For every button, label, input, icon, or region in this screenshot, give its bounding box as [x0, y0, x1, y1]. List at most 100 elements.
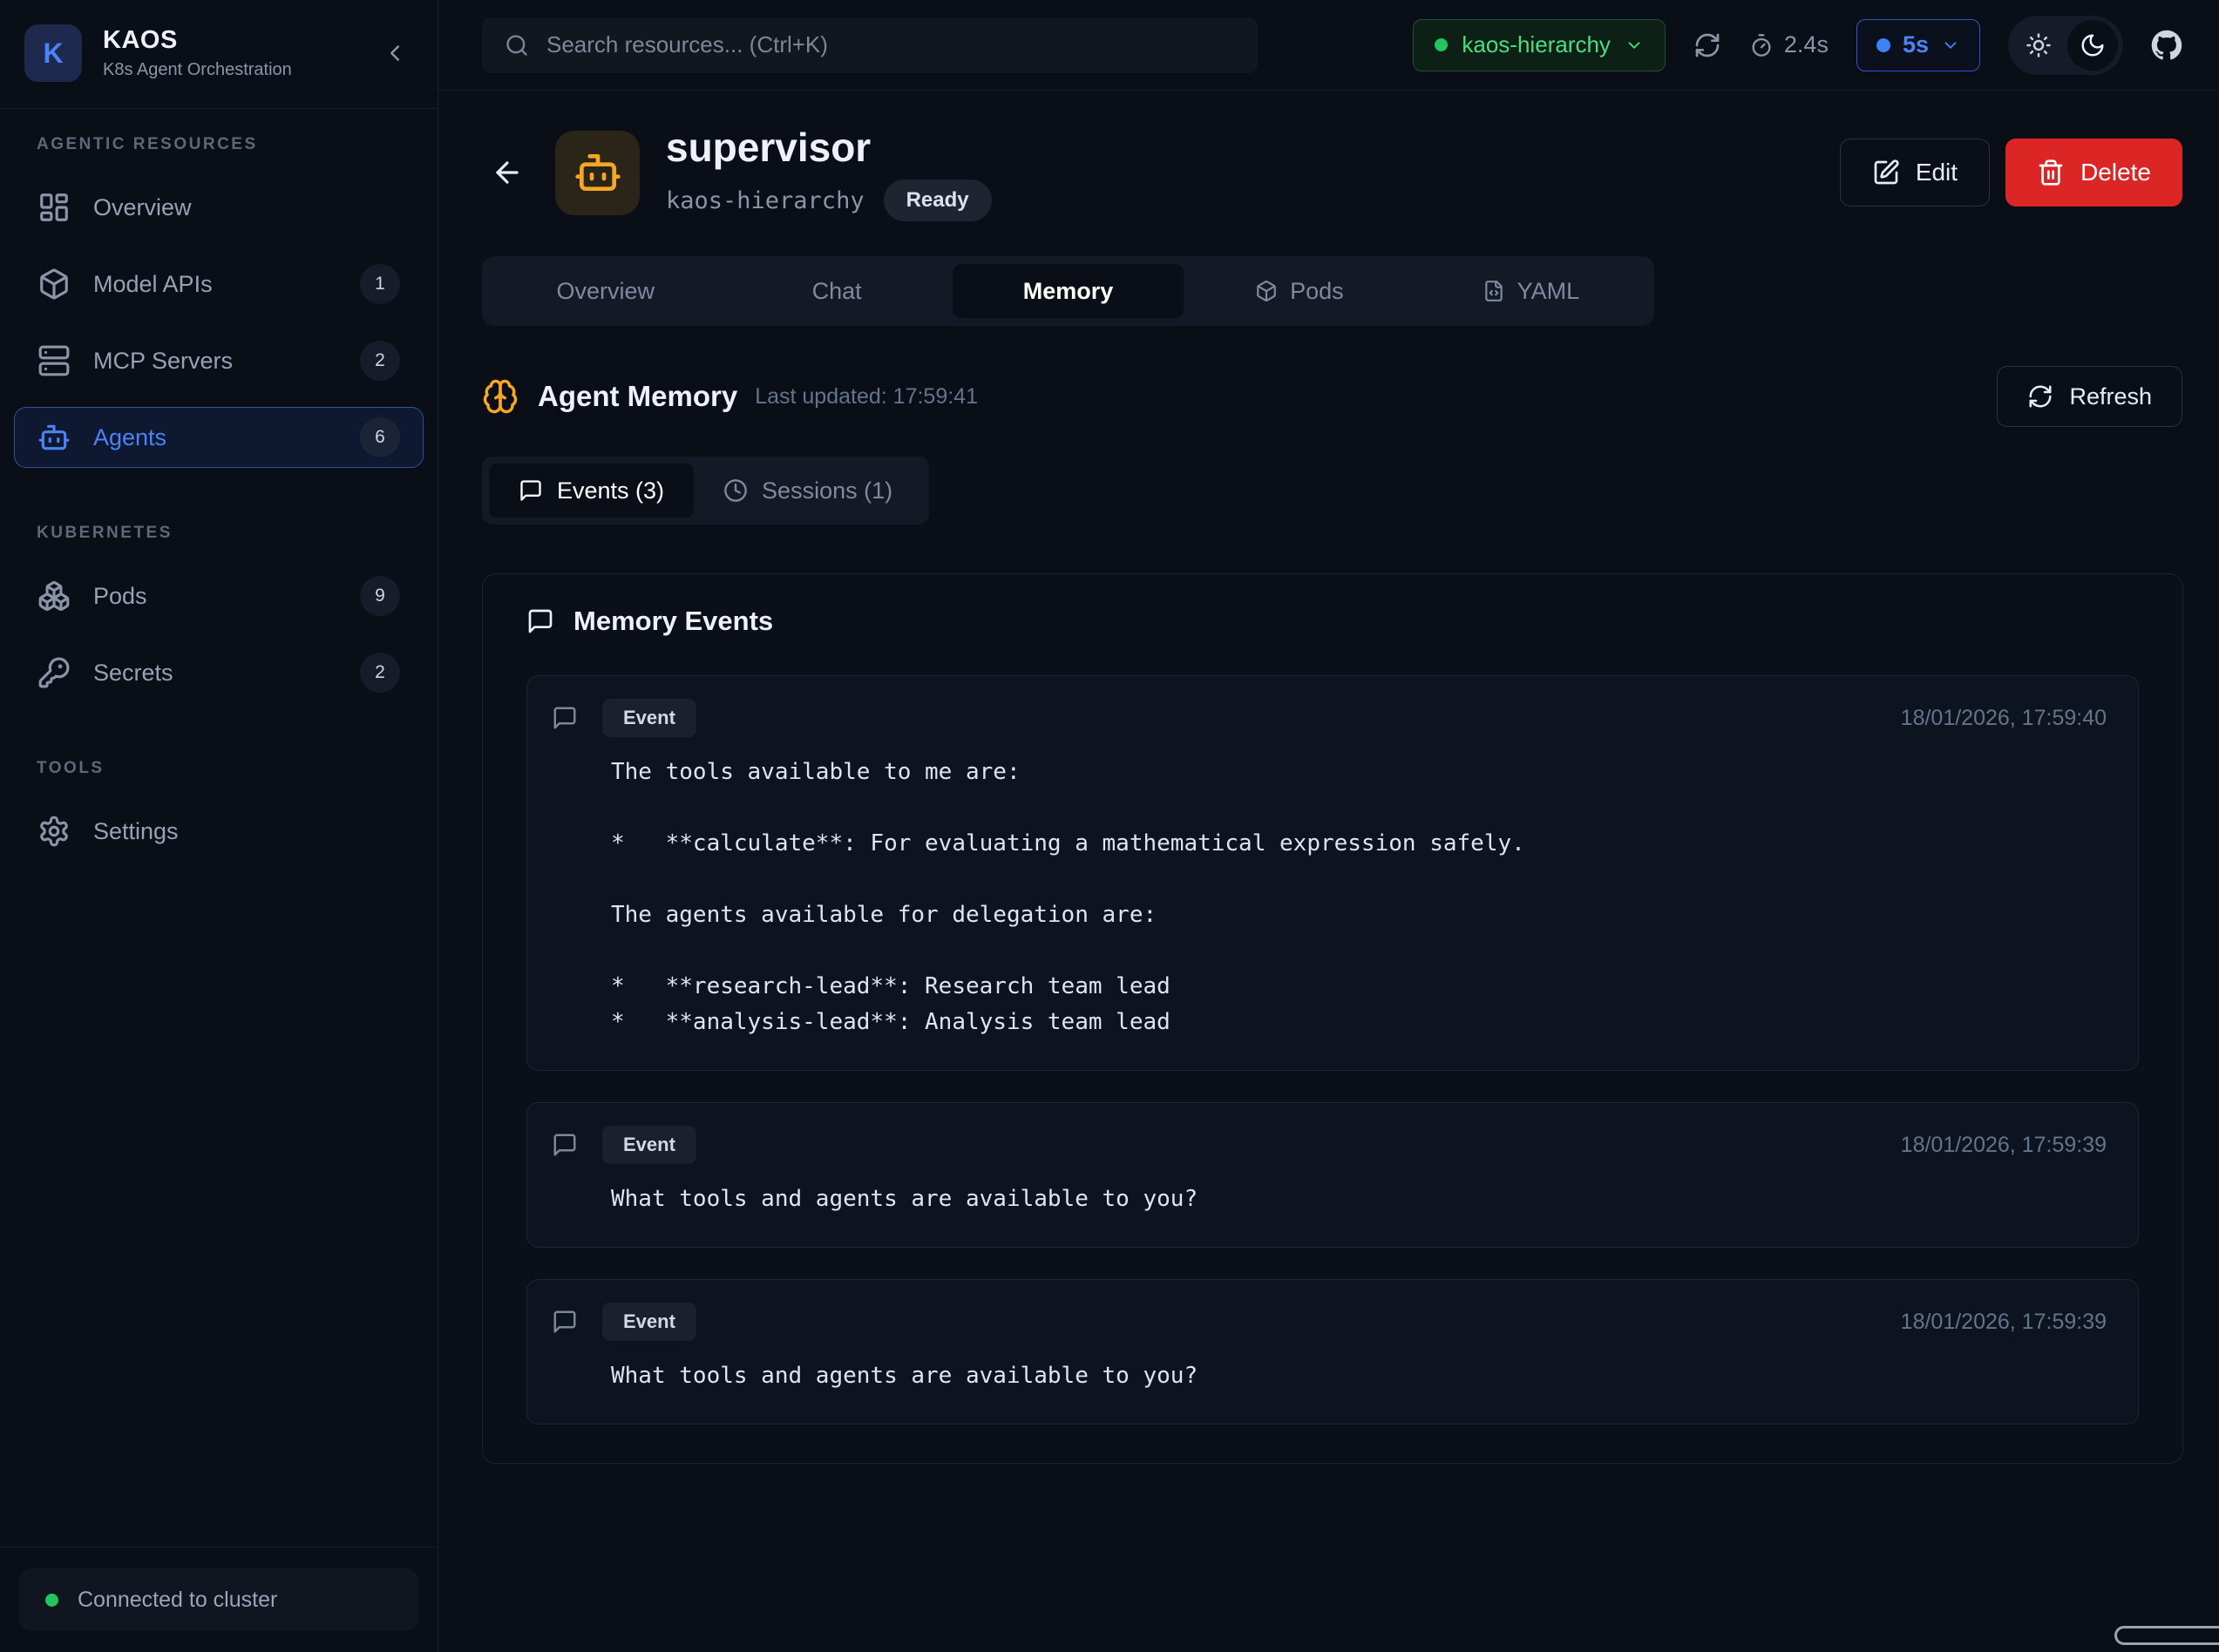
search-icon — [505, 33, 529, 58]
count-badge: 2 — [360, 341, 400, 381]
agent-avatar — [555, 131, 640, 215]
elapsed-time: 2.4s — [1749, 31, 1829, 58]
count-badge: 6 — [360, 417, 400, 457]
sidebar-item-agents[interactable]: Agents 6 — [14, 407, 424, 468]
chevron-down-icon — [1941, 36, 1960, 55]
page-header: supervisor kaos-hierarchy Ready Edit — [482, 124, 2182, 221]
count-badge: 1 — [360, 264, 400, 304]
content: supervisor kaos-hierarchy Ready Edit — [438, 91, 2219, 1652]
tab-label: Overview — [556, 278, 655, 305]
count-badge: 9 — [360, 576, 400, 616]
sidebar-item-settings[interactable]: Settings — [14, 801, 424, 862]
light-mode-sun-icon[interactable] — [2013, 20, 2064, 71]
tab-label: Sessions (1) — [762, 477, 892, 504]
tab-chat[interactable]: Chat — [721, 264, 952, 318]
refresh-button[interactable]: Refresh — [1997, 366, 2182, 427]
memory-header: Agent Memory Last updated: 17:59:41 Refr… — [482, 366, 2182, 427]
dark-mode-moon-icon[interactable] — [2067, 20, 2118, 71]
message-square-icon — [552, 1309, 578, 1335]
cube-icon — [1255, 280, 1278, 302]
cluster-status: Connected to cluster — [19, 1568, 418, 1631]
memory-events-title: Memory Events — [573, 606, 773, 637]
event-timestamp: 18/01/2026, 17:59:39 — [1901, 1310, 2107, 1335]
namespace-status-dot — [1435, 38, 1448, 51]
namespace-selector-label: kaos-hierarchy — [1462, 31, 1611, 58]
app-logo-row: K KAOS K8s Agent Orchestration — [0, 0, 438, 109]
memory-events-title-row: Memory Events — [526, 606, 2139, 637]
back-arrow-icon[interactable] — [482, 147, 533, 198]
tab-label: YAML — [1517, 278, 1580, 305]
sidebar-footer: Connected to cluster — [0, 1547, 438, 1652]
collapse-sidebar-icon[interactable] — [377, 35, 413, 71]
elapsed-time-value: 2.4s — [1784, 31, 1829, 58]
cube-icon — [37, 267, 71, 301]
sidebar-item-label: Model APIs — [93, 271, 213, 298]
search-input[interactable] — [546, 31, 1235, 58]
event-content: What tools and agents are available to y… — [611, 1181, 2107, 1217]
event-timestamp: 18/01/2026, 17:59:40 — [1901, 706, 2107, 731]
tab-events[interactable]: Events (3) — [489, 464, 694, 518]
memory-events-card: Memory Events Event 18/01/2026, 17:59:40… — [482, 573, 2183, 1464]
sidebar-nav: AGENTIC RESOURCES Overview Model APIs 1 … — [0, 109, 438, 1547]
event-type-badge: Event — [602, 1303, 696, 1341]
server-icon — [37, 344, 71, 377]
main-area: kaos-hierarchy 2.4s 5s — [438, 0, 2219, 1652]
event-type-badge: Event — [602, 699, 696, 737]
logo-letter: K — [43, 37, 63, 70]
topbar: kaos-hierarchy 2.4s 5s — [438, 0, 2219, 91]
page-title: supervisor — [666, 124, 992, 171]
sidebar-item-secrets[interactable]: Secrets 2 — [14, 642, 424, 703]
section-label-tools: TOOLS — [14, 759, 424, 778]
app-logo: K — [24, 24, 82, 82]
message-square-icon — [519, 478, 543, 503]
tab-yaml[interactable]: YAML — [1415, 264, 1646, 318]
sidebar-item-model-apis[interactable]: Model APIs 1 — [14, 254, 424, 315]
namespace-selector[interactable]: kaos-hierarchy — [1413, 19, 1666, 71]
sidebar-item-label: Agents — [93, 424, 166, 451]
event-row: Event 18/01/2026, 17:59:39 What tools an… — [526, 1279, 2139, 1425]
cluster-status-label: Connected to cluster — [78, 1588, 277, 1613]
sidebar-item-label: MCP Servers — [93, 348, 233, 375]
last-updated: Last updated: 17:59:41 — [755, 384, 978, 410]
github-icon[interactable] — [2151, 30, 2182, 61]
message-square-icon — [552, 1132, 578, 1158]
gear-icon — [37, 815, 71, 848]
sidebar-item-label: Pods — [93, 583, 147, 610]
app-title: KAOS — [103, 26, 356, 55]
sidebar-item-overview[interactable]: Overview — [14, 177, 424, 238]
memory-subtabs: Events (3) Sessions (1) — [482, 457, 929, 525]
interval-dot — [1876, 38, 1890, 52]
theme-toggle — [2008, 16, 2123, 75]
clock-icon — [723, 478, 748, 503]
refresh-icon[interactable] — [1693, 31, 1721, 59]
tab-sessions[interactable]: Sessions (1) — [694, 464, 922, 518]
tab-label: Chat — [812, 278, 862, 305]
status-badge: Ready — [884, 179, 992, 221]
trash-icon — [2037, 159, 2065, 186]
edit-button-label: Edit — [1916, 159, 1958, 186]
robot-icon — [573, 148, 622, 197]
tab-overview[interactable]: Overview — [490, 264, 721, 318]
refresh-icon — [2027, 383, 2053, 410]
search-box[interactable] — [482, 17, 1258, 73]
event-content: What tools and agents are available to y… — [611, 1358, 2107, 1394]
horizontal-scrollbar-thumb[interactable] — [2114, 1626, 2219, 1645]
agent-tabs: Overview Chat Memory Pods YAML — [482, 256, 1654, 326]
sidebar-item-mcp-servers[interactable]: MCP Servers 2 — [14, 330, 424, 391]
tab-label: Events (3) — [557, 477, 664, 504]
tab-pods[interactable]: Pods — [1184, 264, 1415, 318]
message-square-icon — [526, 607, 554, 635]
tab-label: Memory — [1023, 278, 1114, 305]
file-code-icon — [1483, 280, 1505, 302]
tab-memory[interactable]: Memory — [953, 264, 1184, 318]
tab-label: Pods — [1290, 278, 1344, 305]
status-dot — [45, 1594, 58, 1607]
delete-button[interactable]: Delete — [2005, 139, 2182, 206]
event-row: Event 18/01/2026, 17:59:40 The tools ava… — [526, 675, 2139, 1071]
sidebar-item-pods[interactable]: Pods 9 — [14, 565, 424, 626]
edit-button[interactable]: Edit — [1840, 139, 1990, 206]
boxes-icon — [37, 579, 71, 613]
memory-title: Agent Memory — [538, 380, 737, 413]
refresh-interval-selector[interactable]: 5s — [1856, 19, 1980, 71]
event-content: The tools available to me are: * **calcu… — [611, 755, 2107, 1040]
